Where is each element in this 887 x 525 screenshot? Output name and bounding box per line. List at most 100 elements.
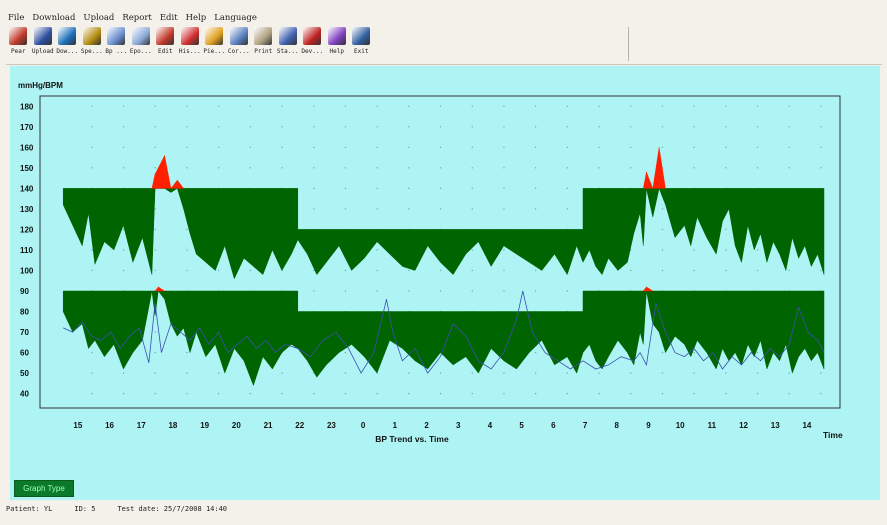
grid-dot <box>217 126 220 128</box>
toolbar-button-label: Pie... <box>203 48 226 55</box>
grid-dot <box>566 167 569 169</box>
toolbar-button-spectrum[interactable]: Spe... <box>80 25 105 63</box>
grid-dot <box>598 146 600 149</box>
y-tick-label: 90 <box>20 287 29 296</box>
grid-dot <box>91 126 93 128</box>
grid-dot <box>725 249 727 251</box>
toolbar-button-download[interactable]: Dow... <box>55 25 80 63</box>
menu-language[interactable]: Language <box>214 13 257 23</box>
toolbar-button-correlation[interactable]: Cor... <box>227 25 252 63</box>
toolbar-button-patient[interactable]: Pear <box>6 25 31 63</box>
grid-dot <box>249 269 252 272</box>
grid-dot <box>661 146 664 149</box>
grid-dot <box>788 105 790 107</box>
grid-dot <box>313 392 315 395</box>
grid-dot <box>471 372 473 374</box>
exit-icon <box>352 27 371 45</box>
menu-download[interactable]: Download <box>32 13 75 23</box>
toolbar-button-pie[interactable]: Pie... <box>202 25 227 63</box>
grid-dot <box>471 208 473 210</box>
y-tick-label: 150 <box>20 164 34 173</box>
systolic-exceed-area <box>154 167 159 189</box>
download-icon <box>58 27 77 45</box>
x-tick-label: 8 <box>615 421 620 430</box>
grid-dot <box>313 167 315 169</box>
grid-dot <box>439 269 442 272</box>
x-tick-label: 5 <box>519 421 524 430</box>
x-tick-label: 6 <box>551 421 556 430</box>
grid-dot <box>154 167 156 169</box>
grid-dot <box>186 372 188 374</box>
toolbar-button-device[interactable]: Dev... <box>300 25 325 63</box>
menu-help[interactable]: Help <box>186 13 207 23</box>
x-axis-title: BP Trend vs. Time <box>375 434 449 444</box>
toolbar-button-printer[interactable]: Print <box>251 25 276 63</box>
grid-dot <box>661 269 664 272</box>
grid-dot <box>503 290 505 292</box>
y-tick-label: 70 <box>20 328 29 337</box>
grid-dot <box>186 392 188 395</box>
toolbar-button-exit[interactable]: Exit <box>349 25 374 63</box>
systolic-exceed-area <box>652 147 660 189</box>
grid-dot <box>408 167 410 169</box>
grid-dot <box>756 269 759 272</box>
grid-dot <box>566 208 569 210</box>
menu-edit[interactable]: Edit <box>160 13 178 23</box>
toolbar-button-label: Upload <box>31 48 54 55</box>
grid-dot <box>344 167 347 169</box>
grid-dot <box>91 351 93 354</box>
grid-dot <box>439 208 442 210</box>
toolbar-button-bp-chart[interactable]: Bp ... <box>104 25 129 63</box>
grid-dot <box>534 167 537 169</box>
toolbar-button-label: Help <box>329 48 344 55</box>
grid-dot <box>217 146 220 149</box>
upload-icon <box>33 27 52 45</box>
toolbar-button-label: Dev... <box>301 48 324 55</box>
toolbar-button-episode[interactable]: Epo... <box>129 25 154 63</box>
grid-dot <box>376 392 378 395</box>
grid-dot <box>598 167 600 169</box>
grid-dot <box>661 126 664 128</box>
x-tick-label: 16 <box>105 421 114 430</box>
grid-dot <box>122 105 125 107</box>
toolbar-button-statistics[interactable]: Sta... <box>276 25 301 63</box>
systolic-exceed-area <box>646 171 654 189</box>
menu-upload[interactable]: Upload <box>83 13 114 23</box>
grid-dot <box>471 105 473 107</box>
toolbar-button-edit[interactable]: Edit <box>153 25 178 63</box>
grid-dot <box>122 372 125 374</box>
patient-status: Patient: YL <box>6 505 53 513</box>
grid-dot <box>820 167 822 169</box>
grid-dot <box>820 269 822 272</box>
grid-dot <box>534 392 537 395</box>
diastolic-exceed-area <box>646 286 654 292</box>
grid-dot <box>91 146 93 149</box>
graph-type-button[interactable]: Graph Type <box>14 480 74 497</box>
grid-dot <box>281 105 283 107</box>
test-date-status: Test date: 25/7/2008 14:40 <box>117 505 228 513</box>
grid-dot <box>439 290 442 292</box>
toolbar-button-histogram[interactable]: His... <box>178 25 203 63</box>
grid-dot <box>534 372 537 374</box>
menu-report[interactable]: Report <box>122 13 151 23</box>
grid-dot <box>249 167 252 169</box>
x-tick-label: 1 <box>393 421 398 430</box>
grid-dot <box>154 228 156 231</box>
episode-icon <box>131 27 150 45</box>
grid-dot <box>693 146 695 149</box>
menu-file[interactable]: File <box>8 13 24 23</box>
grid-dot <box>820 372 822 374</box>
toolbar-button-help[interactable]: Help <box>325 25 350 63</box>
grid-dot <box>756 249 759 251</box>
grid-dot <box>91 269 93 272</box>
x-tick-label: 22 <box>295 421 304 430</box>
x-tick-label: 7 <box>583 421 588 430</box>
grid-dot <box>693 392 695 395</box>
grid-dot <box>313 146 315 149</box>
grid-dot <box>122 126 125 128</box>
grid-dot <box>503 249 505 251</box>
toolbar-button-upload[interactable]: Upload <box>31 25 56 63</box>
grid-dot <box>217 372 220 374</box>
grid-dot <box>566 187 569 190</box>
grid-dot <box>186 269 188 272</box>
